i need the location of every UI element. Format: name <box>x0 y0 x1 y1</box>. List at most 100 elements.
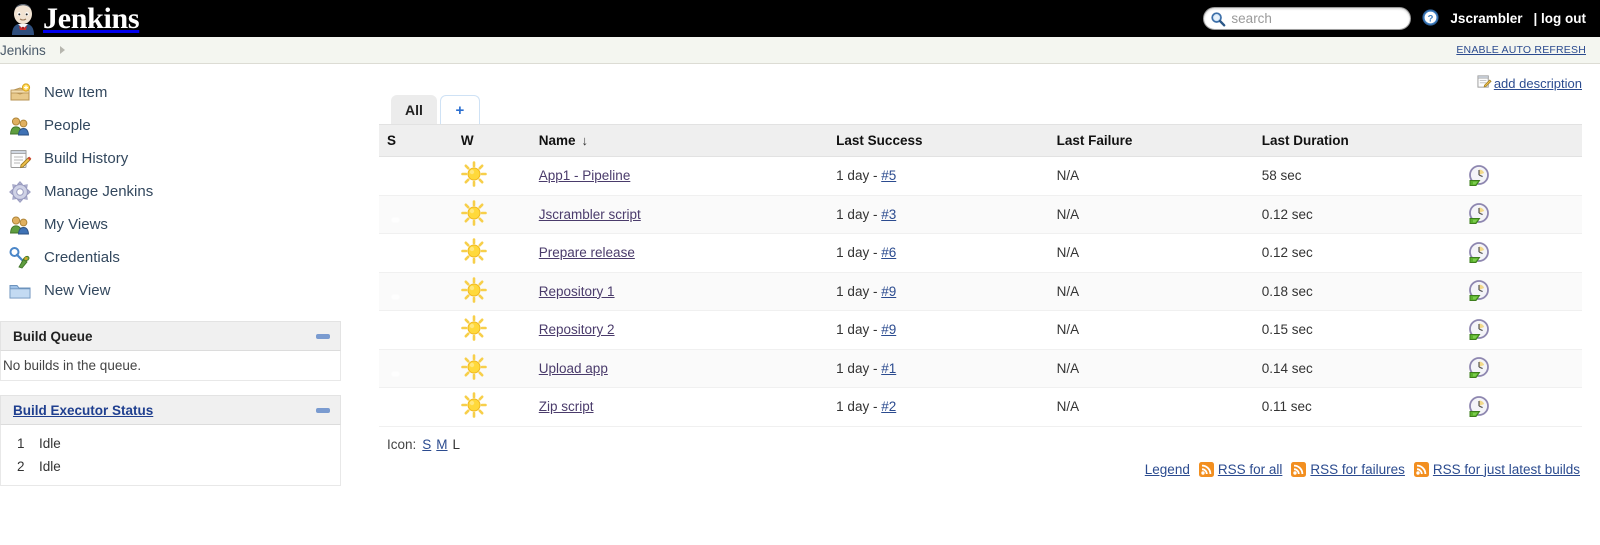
icon-size-s[interactable]: S <box>422 437 431 452</box>
collapse-icon[interactable] <box>316 407 330 413</box>
last-success-build-link[interactable]: #1 <box>881 361 896 376</box>
column-header-last-failure[interactable]: Last Failure <box>1048 124 1254 157</box>
sidebar-item-label: Manage Jenkins <box>44 183 154 200</box>
logout-link[interactable]: | log out <box>1533 11 1586 26</box>
add-description-link[interactable]: add description <box>1494 76 1582 91</box>
column-header-build-action <box>1458 124 1582 157</box>
cell-status <box>379 195 453 234</box>
rss-for-all-item[interactable]: RSS for all <box>1198 461 1283 477</box>
tab-add-view[interactable]: + <box>439 95 480 124</box>
column-header-last-success[interactable]: Last Success <box>828 124 1049 157</box>
cell-job-name: Upload app <box>530 349 829 388</box>
cell-status <box>379 272 453 311</box>
enable-auto-refresh-link[interactable]: ENABLE AUTO REFRESH <box>1456 44 1586 56</box>
last-success-build-link[interactable]: #6 <box>881 245 896 260</box>
sidebar-item-build-history[interactable]: Build History <box>0 142 341 175</box>
sidebar-item-credentials[interactable]: Credentials <box>0 241 341 274</box>
search-input[interactable] <box>1229 10 1411 27</box>
sidebar-item-new-view[interactable]: New View <box>0 274 341 307</box>
build-queue-empty-text: No builds in the queue. <box>3 358 142 373</box>
jobs-table: S W Name ↓ Last Success Last Failure Last… <box>379 124 1582 427</box>
cell-status <box>379 349 453 388</box>
cell-build-action <box>1458 310 1582 350</box>
rss-for-latest-builds-link[interactable]: RSS for just latest builds <box>1433 462 1580 477</box>
last-success-build-link[interactable]: #9 <box>881 322 896 337</box>
schedule-build-icon[interactable] <box>1467 241 1491 265</box>
rss-for-failures-item[interactable]: RSS for failures <box>1291 461 1405 477</box>
user-name-link[interactable]: Jscrambler <box>1450 11 1522 26</box>
rss-for-latest-builds-item[interactable]: RSS for just latest builds <box>1413 461 1580 477</box>
job-link[interactable]: Prepare release <box>539 245 635 260</box>
build-executor-status-body: 1 Idle 2 Idle <box>0 425 341 486</box>
cell-build-action <box>1458 387 1582 427</box>
column-header-last-duration[interactable]: Last Duration <box>1253 124 1459 157</box>
build-queue-title: Build Queue <box>13 328 93 344</box>
sidebar-item-label: New View <box>44 282 111 299</box>
schedule-build-icon[interactable] <box>1467 395 1491 419</box>
sidebar-item-my-views[interactable]: My Views <box>0 208 341 241</box>
search-box[interactable] <box>1203 7 1412 30</box>
gear-icon <box>8 180 32 204</box>
job-link[interactable]: Upload app <box>539 361 608 376</box>
last-success-age: 1 day - <box>836 360 882 376</box>
column-header-status[interactable]: S <box>379 124 453 157</box>
jobs-table-head: S W Name ↓ Last Success Last Failure Last… <box>379 124 1582 157</box>
page-body: New Item People Build History Manage Jen… <box>0 64 1600 486</box>
cell-job-name: Repository 2 <box>530 310 829 350</box>
build-executor-status-header[interactable]: Build Executor Status <box>0 395 341 425</box>
tab-all[interactable]: All <box>391 95 437 124</box>
breadcrumb-chevron-icon[interactable] <box>59 46 65 54</box>
sort-arrow-icon: ↓ <box>581 133 589 148</box>
column-header-name[interactable]: Name ↓ <box>530 124 829 157</box>
legend-link[interactable]: Legend <box>1145 462 1190 477</box>
jenkins-logo-link[interactable]: Jenkins <box>8 3 140 35</box>
cell-last-duration: 0.11 sec <box>1253 387 1459 427</box>
last-success-build-link[interactable]: #5 <box>881 168 896 183</box>
job-link[interactable]: App1 - Pipeline <box>539 168 631 183</box>
table-row: Repository 2 1 day - #9 N/A 0.15 sec <box>379 310 1582 350</box>
schedule-build-icon[interactable] <box>1467 202 1491 226</box>
cell-weather <box>452 272 531 311</box>
cell-weather <box>452 349 531 388</box>
cell-weather <box>452 233 531 273</box>
cell-weather <box>452 310 531 350</box>
cell-last-success: 1 day - #9 <box>828 310 1049 350</box>
cell-last-success: 1 day - #9 <box>828 272 1049 311</box>
cell-last-duration: 0.14 sec <box>1253 349 1459 388</box>
sidebar-item-people[interactable]: People <box>0 109 341 142</box>
last-success-build-link[interactable]: #2 <box>881 399 896 414</box>
collapse-icon[interactable] <box>316 333 330 339</box>
icon-size-m[interactable]: M <box>436 437 447 452</box>
help-icon[interactable]: ? <box>1422 8 1440 29</box>
sidebar-item-manage-jenkins[interactable]: Manage Jenkins <box>0 175 341 208</box>
schedule-build-icon[interactable] <box>1467 279 1491 303</box>
last-success-build-link[interactable]: #9 <box>881 284 896 299</box>
view-tab-bar: All + <box>379 94 1582 124</box>
sunny-icon <box>461 199 487 229</box>
cell-last-failure: N/A <box>1048 233 1254 273</box>
sunny-icon <box>461 161 487 190</box>
jenkins-butler-icon <box>8 3 38 35</box>
cell-build-action <box>1458 195 1582 234</box>
build-executor-status-title[interactable]: Build Executor Status <box>13 403 153 418</box>
job-link[interactable]: Repository 2 <box>539 322 615 337</box>
sidebar-item-label: Build History <box>44 150 129 167</box>
table-row: Zip script 1 day - #2 N/A 0.11 sec <box>379 387 1582 427</box>
rss-for-failures-link[interactable]: RSS for failures <box>1310 462 1405 477</box>
last-success-build-link[interactable]: #3 <box>881 207 896 222</box>
schedule-build-icon[interactable] <box>1467 318 1491 342</box>
schedule-build-icon[interactable] <box>1467 356 1491 380</box>
job-link[interactable]: Jscrambler script <box>539 207 641 222</box>
job-link[interactable]: Repository 1 <box>539 284 615 299</box>
sidebar-item-new-item[interactable]: New Item <box>0 76 341 109</box>
schedule-build-icon[interactable] <box>1467 164 1491 188</box>
cell-job-name: Zip script <box>530 387 829 427</box>
build-history-icon <box>8 147 32 171</box>
cell-job-name: Prepare release <box>530 233 829 273</box>
column-header-weather[interactable]: W <box>452 124 531 157</box>
breadcrumb-item-jenkins[interactable]: Jenkins <box>0 43 46 58</box>
cell-last-duration: 0.12 sec <box>1253 233 1459 273</box>
cell-job-name: Jscrambler script <box>530 195 829 234</box>
rss-for-all-link[interactable]: RSS for all <box>1218 462 1283 477</box>
job-link[interactable]: Zip script <box>539 399 594 414</box>
